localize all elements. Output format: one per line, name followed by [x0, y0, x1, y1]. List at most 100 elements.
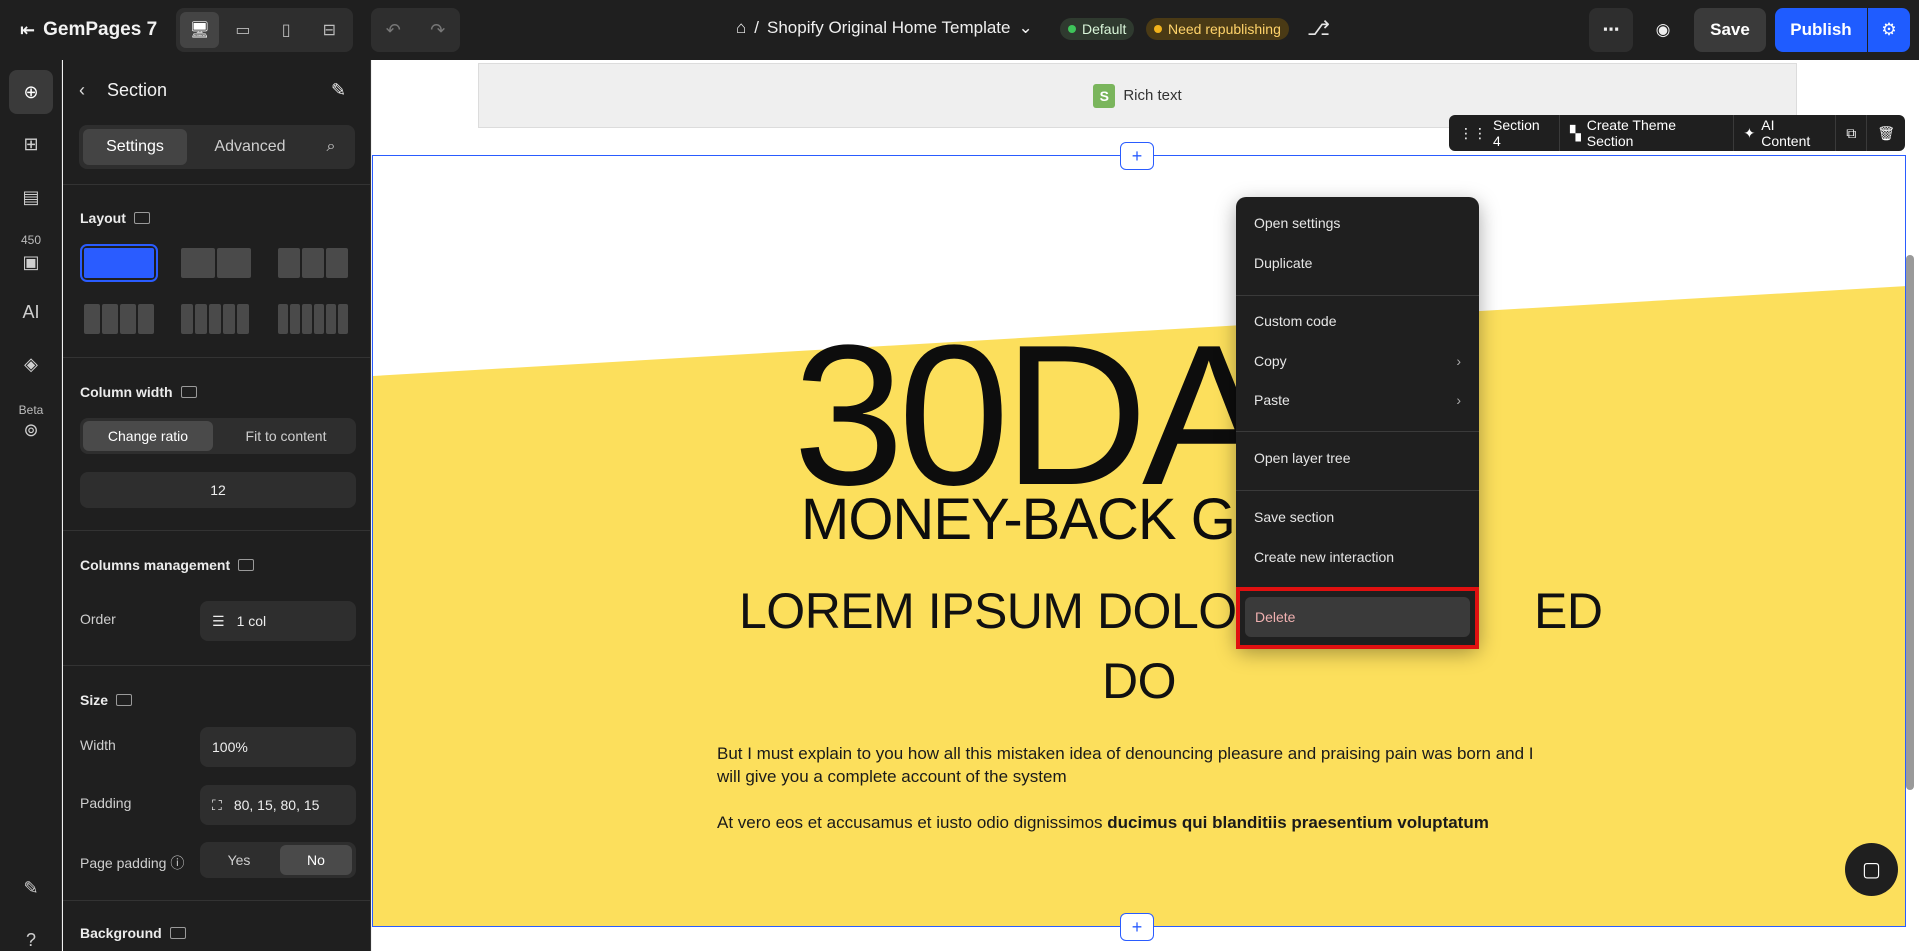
flow-icon[interactable]: ⎇	[1307, 16, 1330, 41]
back-icon[interactable]: ‹	[79, 80, 85, 101]
layout-2-col[interactable]	[181, 248, 251, 278]
page-padding-yes[interactable]: Yes	[203, 845, 275, 875]
redo-icon[interactable]: ↷	[430, 20, 445, 41]
menu-open-settings[interactable]: Open settings	[1254, 205, 1461, 241]
templates-button[interactable]: ▣	[9, 240, 53, 284]
menu-delete[interactable]: Delete	[1245, 597, 1470, 637]
trash-icon: 🗑	[1877, 124, 1895, 141]
desktop-view-button[interactable]: 🖥	[180, 12, 220, 48]
tab-settings[interactable]: Settings	[83, 129, 187, 165]
mobile-view-button[interactable]: ▯	[267, 12, 306, 48]
drag-icon: ⋮⋮	[1459, 124, 1487, 141]
menu-paste[interactable]: Paste ›	[1254, 382, 1461, 418]
column-block	[278, 304, 288, 334]
tablet-landscape-button[interactable]: ▭	[223, 12, 262, 48]
layout-3-col[interactable]	[278, 248, 348, 278]
publish-button[interactable]: Publish	[1775, 8, 1867, 52]
menu-duplicate[interactable]: Duplicate	[1254, 245, 1461, 281]
template-icon: ▣	[22, 251, 40, 272]
add-section-below-button[interactable]: +	[1120, 913, 1154, 941]
duplicate-section-button[interactable]: ⧉	[1836, 115, 1868, 151]
menu-custom-code[interactable]: Custom code	[1254, 303, 1461, 339]
app-name: GemPages 7	[43, 19, 158, 40]
layers-button[interactable]: ◈	[9, 342, 53, 386]
beta-feature-button[interactable]: ⊚	[9, 408, 53, 452]
column-block	[326, 304, 336, 334]
warning-dot	[1154, 25, 1162, 33]
column-block	[326, 248, 348, 278]
order-select[interactable]: ☰ 1 col	[200, 601, 356, 641]
section-drag-handle[interactable]: ⋮⋮ Section 4	[1449, 115, 1560, 151]
default-badge[interactable]: Default	[1060, 18, 1135, 40]
layout-6-col[interactable]	[278, 304, 348, 334]
size-heading: Size	[80, 692, 133, 708]
page-padding-no[interactable]: No	[280, 845, 352, 875]
column-block	[302, 304, 312, 334]
padding-input[interactable]: ⛶ 80, 15, 80, 15	[200, 785, 356, 825]
undo-redo-group: ↶ ↷	[371, 8, 460, 52]
subheading[interactable]: MONEY-BACK GU	[801, 486, 1277, 553]
column-block	[181, 248, 215, 278]
chat-button[interactable]: ▢	[1845, 843, 1898, 896]
more-options-button[interactable]: ⋯	[1589, 8, 1633, 52]
chevron-down-icon: ⌄	[1018, 18, 1033, 37]
layout-5-col[interactable]	[181, 304, 249, 334]
chat-icon: ▢	[1862, 859, 1881, 881]
padding-value: 80, 15, 80, 15	[233, 797, 320, 813]
publish-settings-button[interactable]: ⚙	[1868, 8, 1910, 52]
selected-section[interactable]: 30DA MONEY-BACK GU LOREM IPSUM DOLOR ED …	[372, 155, 1906, 927]
layout-4-col[interactable]	[84, 304, 154, 334]
menu-open-layer-tree[interactable]: Open layer tree	[1254, 440, 1461, 476]
pages-button[interactable]: ▤	[9, 175, 53, 219]
divider	[63, 665, 371, 666]
republish-badge[interactable]: Need republishing	[1146, 18, 1289, 40]
search-icon[interactable]: ⌕	[311, 129, 351, 165]
ai-content-button[interactable]: ✦ AI Content	[1734, 115, 1837, 151]
device-switcher: 🖥 ▭ ▯ ⊟	[176, 8, 353, 52]
add-element-button[interactable]: ⊕	[9, 70, 53, 114]
delete-section-button[interactable]: 🗑	[1867, 115, 1905, 151]
undo-icon[interactable]: ↶	[386, 20, 401, 41]
paragraph-2-bold: ducimus qui blanditiis praesentium volup…	[1107, 813, 1489, 832]
create-theme-section-button[interactable]: ▚ Create Theme Section	[1560, 115, 1734, 151]
menu-divider	[1236, 490, 1479, 491]
page-padding-text: Page padding	[80, 855, 167, 871]
ai-button[interactable]: AI	[9, 290, 53, 334]
lorem-heading-line2[interactable]: DO	[739, 646, 1539, 716]
custom-view-button[interactable]: ⊟	[310, 12, 349, 48]
app-logo[interactable]: ⇤ GemPages 7	[20, 19, 157, 41]
list-icon: ☰	[212, 612, 225, 629]
menu-save-section[interactable]: Save section	[1254, 499, 1461, 535]
preview-button[interactable]: ◉	[1641, 8, 1685, 52]
lorem-left: LOREM IPSUM DOLOR	[739, 583, 1273, 639]
menu-paste-label: Paste	[1254, 392, 1290, 408]
columns-management-label: Columns management	[80, 557, 231, 573]
menu-create-interaction[interactable]: Create new interaction	[1254, 539, 1461, 575]
column-ratio-field[interactable]: 12	[80, 472, 356, 508]
sections-button[interactable]: ⊞	[9, 122, 53, 166]
change-ratio-option[interactable]: Change ratio	[83, 421, 213, 451]
mobile-icon: ▯	[281, 22, 291, 39]
add-section-above-button[interactable]: +	[1120, 142, 1154, 170]
panel-header: ‹ Section ✎	[63, 60, 371, 120]
info-icon[interactable]: ⓘ	[170, 855, 184, 871]
layout-1-col[interactable]	[80, 244, 158, 282]
device-icon	[238, 559, 255, 571]
status-dot	[1068, 25, 1076, 33]
help-icon: ?	[25, 929, 36, 950]
breadcrumb[interactable]: ⌂ / Shopify Original Home Template ⌄	[736, 18, 1033, 38]
tab-advanced[interactable]: Advanced	[195, 129, 305, 165]
fit-to-content-option[interactable]: Fit to content	[220, 421, 352, 451]
rename-icon[interactable]: ✎	[331, 80, 346, 101]
grid-icon: ⊞	[23, 133, 39, 154]
menu-copy[interactable]: Copy ›	[1254, 343, 1461, 379]
column-width-toggle: Change ratio Fit to content	[80, 418, 356, 454]
feedback-button[interactable]: ✎	[9, 866, 53, 910]
paragraph-1[interactable]: But I must explain to you how all this m…	[717, 742, 1557, 788]
save-button[interactable]: Save	[1694, 8, 1766, 52]
canvas-scrollbar[interactable]	[1906, 255, 1914, 790]
layout-heading: Layout	[80, 210, 150, 226]
width-input[interactable]: 100%	[200, 727, 356, 767]
help-button[interactable]: ?	[9, 918, 53, 951]
paragraph-2[interactable]: At vero eos et accusamus et iusto odio d…	[717, 811, 1557, 834]
